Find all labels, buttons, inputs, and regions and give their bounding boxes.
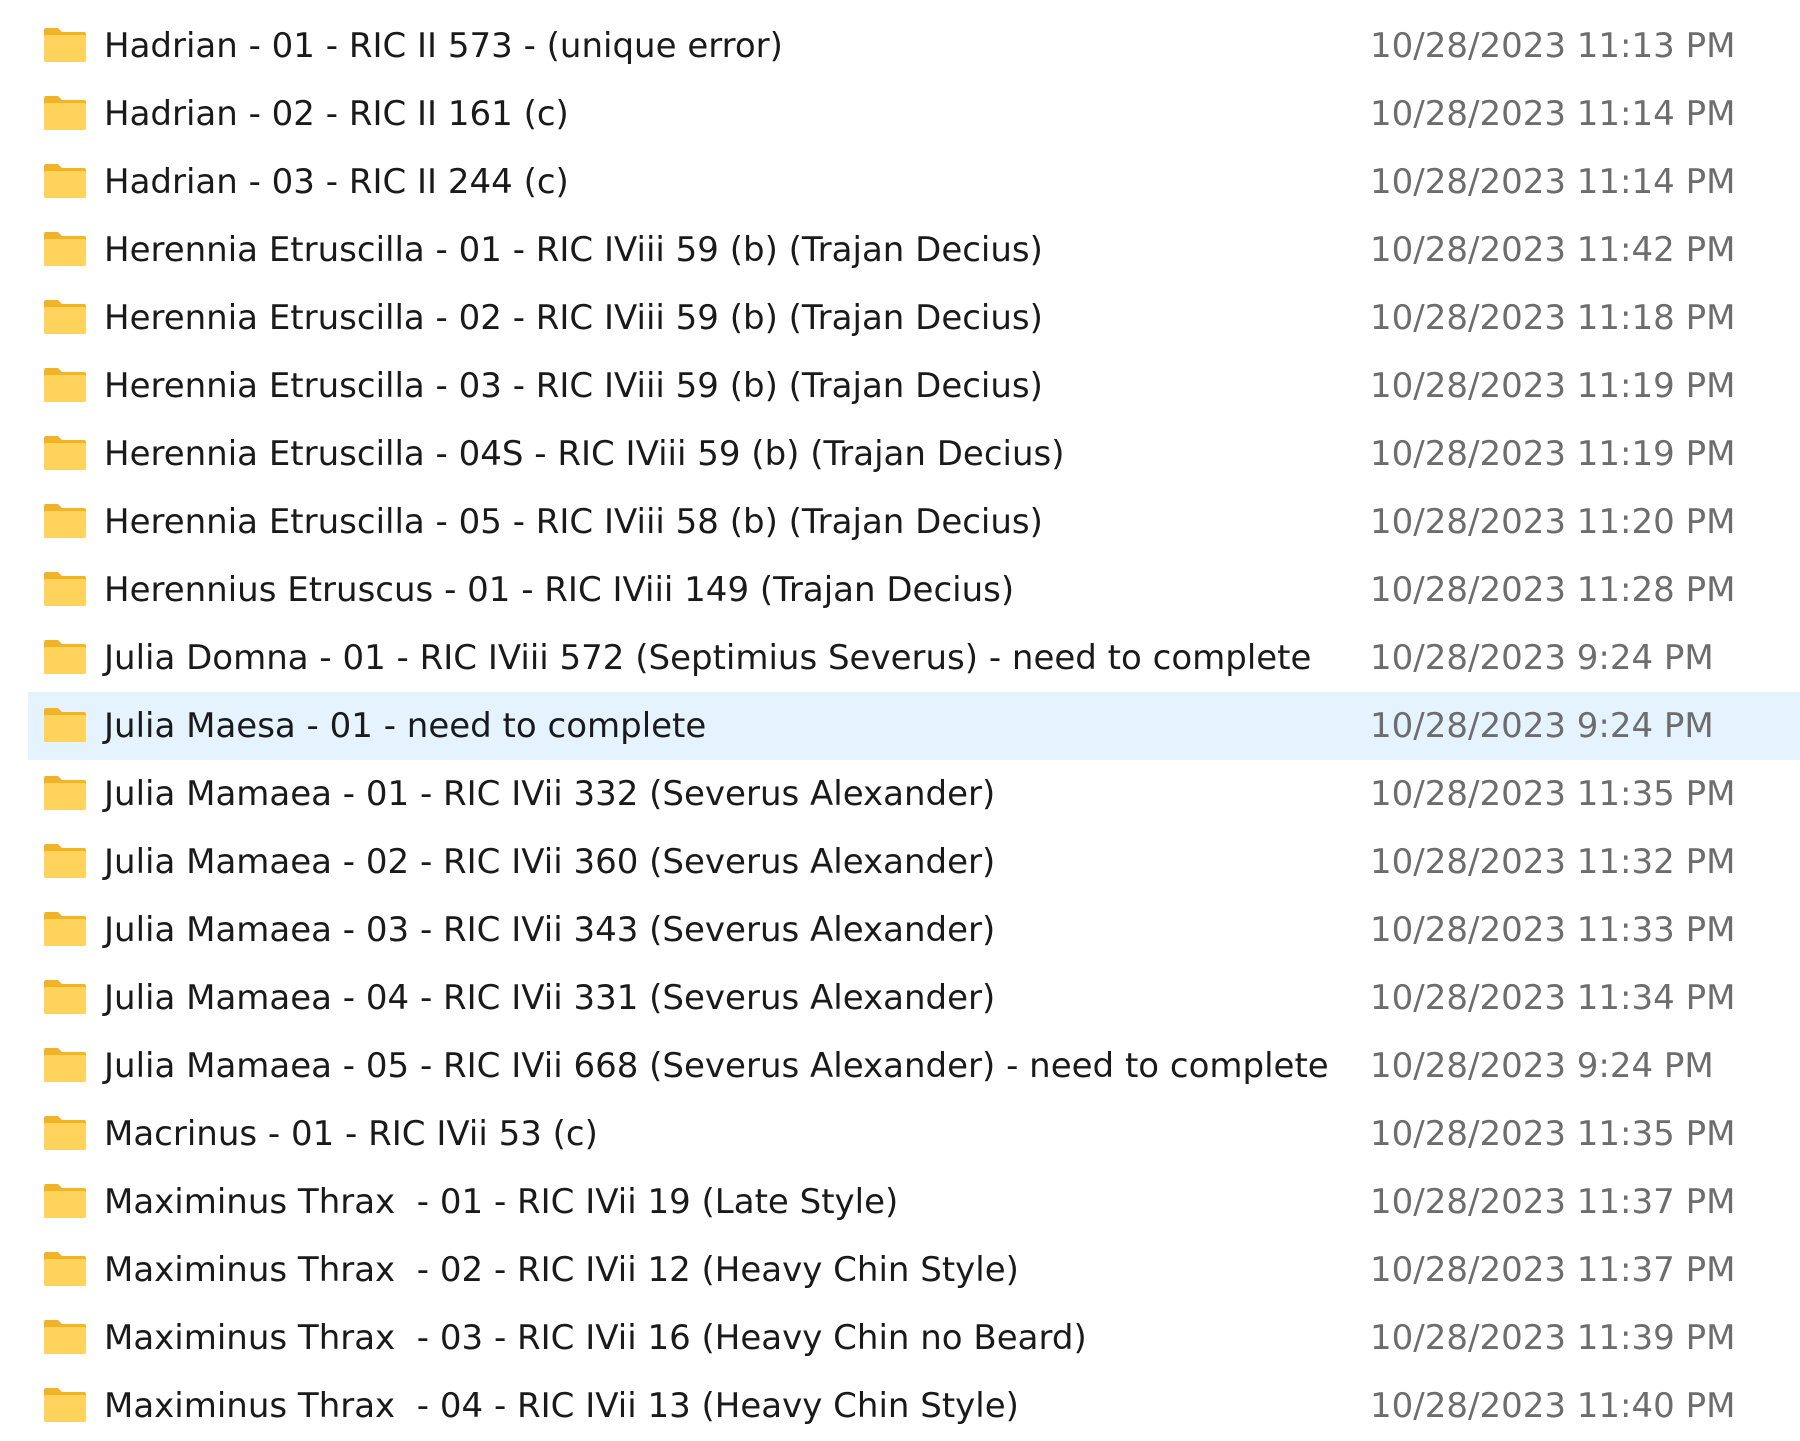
file-name: Julia Maesa - 01 - need to complete [104,706,707,746]
file-row-12[interactable]: Julia Mamaea - 01 - RIC IVii 332 (Severu… [28,760,1800,828]
folder-icon [42,978,88,1016]
file-row-14[interactable]: Julia Mamaea - 03 - RIC IVii 343 (Severu… [28,896,1800,964]
folder-icon [42,638,88,676]
date-modified: 10/28/2023 9:24 PM [1370,706,1714,746]
file-name: Julia Mamaea - 03 - RIC IVii 343 (Severu… [104,910,996,950]
folder-icon [42,842,88,880]
file-name: Julia Domna - 01 - RIC IViii 572 (Septim… [104,638,1312,678]
file-row-19[interactable]: Maximinus Thrax - 02 - RIC IVii 12 (Heav… [28,1236,1800,1304]
folder-icon [42,1114,88,1152]
date-modified: 10/28/2023 11:34 PM [1370,978,1736,1018]
file-row-6[interactable]: Herennia Etruscilla - 03 - RIC IViii 59 … [28,352,1800,420]
file-row-15[interactable]: Julia Mamaea - 04 - RIC IVii 331 (Severu… [28,964,1800,1032]
file-row-4[interactable]: Herennia Etruscilla - 01 - RIC IViii 59 … [28,216,1800,284]
file-row-20[interactable]: Maximinus Thrax - 03 - RIC IVii 16 (Heav… [28,1304,1800,1372]
file-name: Julia Mamaea - 04 - RIC IVii 331 (Severu… [104,978,996,1018]
file-row-21[interactable]: Maximinus Thrax - 04 - RIC IVii 13 (Heav… [28,1372,1800,1440]
folder-icon [42,298,88,336]
file-row-16[interactable]: Julia Mamaea - 05 - RIC IVii 668 (Severu… [28,1032,1800,1100]
file-name: Julia Mamaea - 05 - RIC IVii 668 (Severu… [104,1046,1329,1086]
folder-icon [42,26,88,64]
file-row-5[interactable]: Herennia Etruscilla - 02 - RIC IViii 59 … [28,284,1800,352]
date-modified: 10/28/2023 11:35 PM [1370,774,1736,814]
date-modified: 10/28/2023 11:14 PM [1370,162,1736,202]
date-modified: 10/28/2023 11:28 PM [1370,570,1736,610]
file-row-3[interactable]: Hadrian - 03 - RIC II 244 (c) 10/28/2023… [28,148,1800,216]
folder-icon [42,1046,88,1084]
date-modified: 10/28/2023 11:37 PM [1370,1182,1736,1222]
file-row-11[interactable]: Julia Maesa - 01 - need to complete 10/2… [28,692,1800,760]
folder-icon [42,1182,88,1220]
file-name: Herennia Etruscilla - 02 - RIC IViii 59 … [104,298,1043,338]
folder-icon [42,366,88,404]
file-name: Hadrian - 03 - RIC II 244 (c) [104,162,569,202]
date-modified: 10/28/2023 11:19 PM [1370,434,1736,474]
file-name: Hadrian - 02 - RIC II 161 (c) [104,94,569,134]
file-name: Maximinus Thrax - 01 - RIC IVii 19 (Late… [104,1182,899,1222]
file-name: Macrinus - 01 - RIC IVii 53 (c) [104,1114,598,1154]
file-name: Herennia Etruscilla - 05 - RIC IViii 58 … [104,502,1043,542]
file-name: Julia Mamaea - 01 - RIC IVii 332 (Severu… [104,774,996,814]
file-row-9[interactable]: Herennius Etruscus - 01 - RIC IViii 149 … [28,556,1800,624]
file-row-1[interactable]: Hadrian - 01 - RIC II 573 - (unique erro… [28,12,1800,80]
file-row-17[interactable]: Macrinus - 01 - RIC IVii 53 (c) 10/28/20… [28,1100,1800,1168]
date-modified: 10/28/2023 11:42 PM [1370,230,1736,270]
folder-icon [42,910,88,948]
file-row-18[interactable]: Maximinus Thrax - 01 - RIC IVii 19 (Late… [28,1168,1800,1236]
date-modified: 10/28/2023 11:14 PM [1370,94,1736,134]
folder-icon [42,162,88,200]
file-name: Herennia Etruscilla - 04S - RIC IViii 59… [104,434,1065,474]
file-name: Herennia Etruscilla - 03 - RIC IViii 59 … [104,366,1043,406]
file-name: Herennia Etruscilla - 01 - RIC IViii 59 … [104,230,1043,270]
file-name: Maximinus Thrax - 02 - RIC IVii 12 (Heav… [104,1250,1019,1290]
date-modified: 10/28/2023 11:40 PM [1370,1386,1736,1426]
file-row-13[interactable]: Julia Mamaea - 02 - RIC IVii 360 (Severu… [28,828,1800,896]
date-modified: 10/28/2023 9:24 PM [1370,638,1714,678]
file-name: Julia Mamaea - 02 - RIC IVii 360 (Severu… [104,842,996,882]
date-modified: 10/28/2023 11:19 PM [1370,366,1736,406]
folder-icon [42,570,88,608]
folder-icon [42,94,88,132]
file-row-2[interactable]: Hadrian - 02 - RIC II 161 (c) 10/28/2023… [28,80,1800,148]
file-name: Maximinus Thrax - 03 - RIC IVii 16 (Heav… [104,1318,1087,1358]
date-modified: 10/28/2023 11:32 PM [1370,842,1736,882]
date-modified: 10/28/2023 11:37 PM [1370,1250,1736,1290]
date-modified: 10/28/2023 11:13 PM [1370,26,1736,66]
file-row-8[interactable]: Herennia Etruscilla - 05 - RIC IViii 58 … [28,488,1800,556]
folder-icon [42,1250,88,1288]
file-name: Maximinus Thrax - 04 - RIC IVii 13 (Heav… [104,1386,1019,1426]
folder-icon [42,502,88,540]
date-modified: 10/28/2023 11:33 PM [1370,910,1736,950]
date-modified: 10/28/2023 9:24 PM [1370,1046,1714,1086]
folder-icon [42,230,88,268]
file-row-10[interactable]: Julia Domna - 01 - RIC IViii 572 (Septim… [28,624,1800,692]
file-name: Hadrian - 01 - RIC II 573 - (unique erro… [104,26,783,66]
file-name: Herennius Etruscus - 01 - RIC IViii 149 … [104,570,1015,610]
folder-icon [42,1386,88,1424]
file-row-7[interactable]: Herennia Etruscilla - 04S - RIC IViii 59… [28,420,1800,488]
date-modified: 10/28/2023 11:35 PM [1370,1114,1736,1154]
file-list: Hadrian - 01 - RIC II 573 - (unique erro… [28,12,1800,1440]
folder-icon [42,434,88,472]
folder-icon [42,706,88,744]
date-modified: 10/28/2023 11:20 PM [1370,502,1736,542]
date-modified: 10/28/2023 11:18 PM [1370,298,1736,338]
folder-icon [42,1318,88,1356]
folder-icon [42,774,88,812]
date-modified: 10/28/2023 11:39 PM [1370,1318,1736,1358]
